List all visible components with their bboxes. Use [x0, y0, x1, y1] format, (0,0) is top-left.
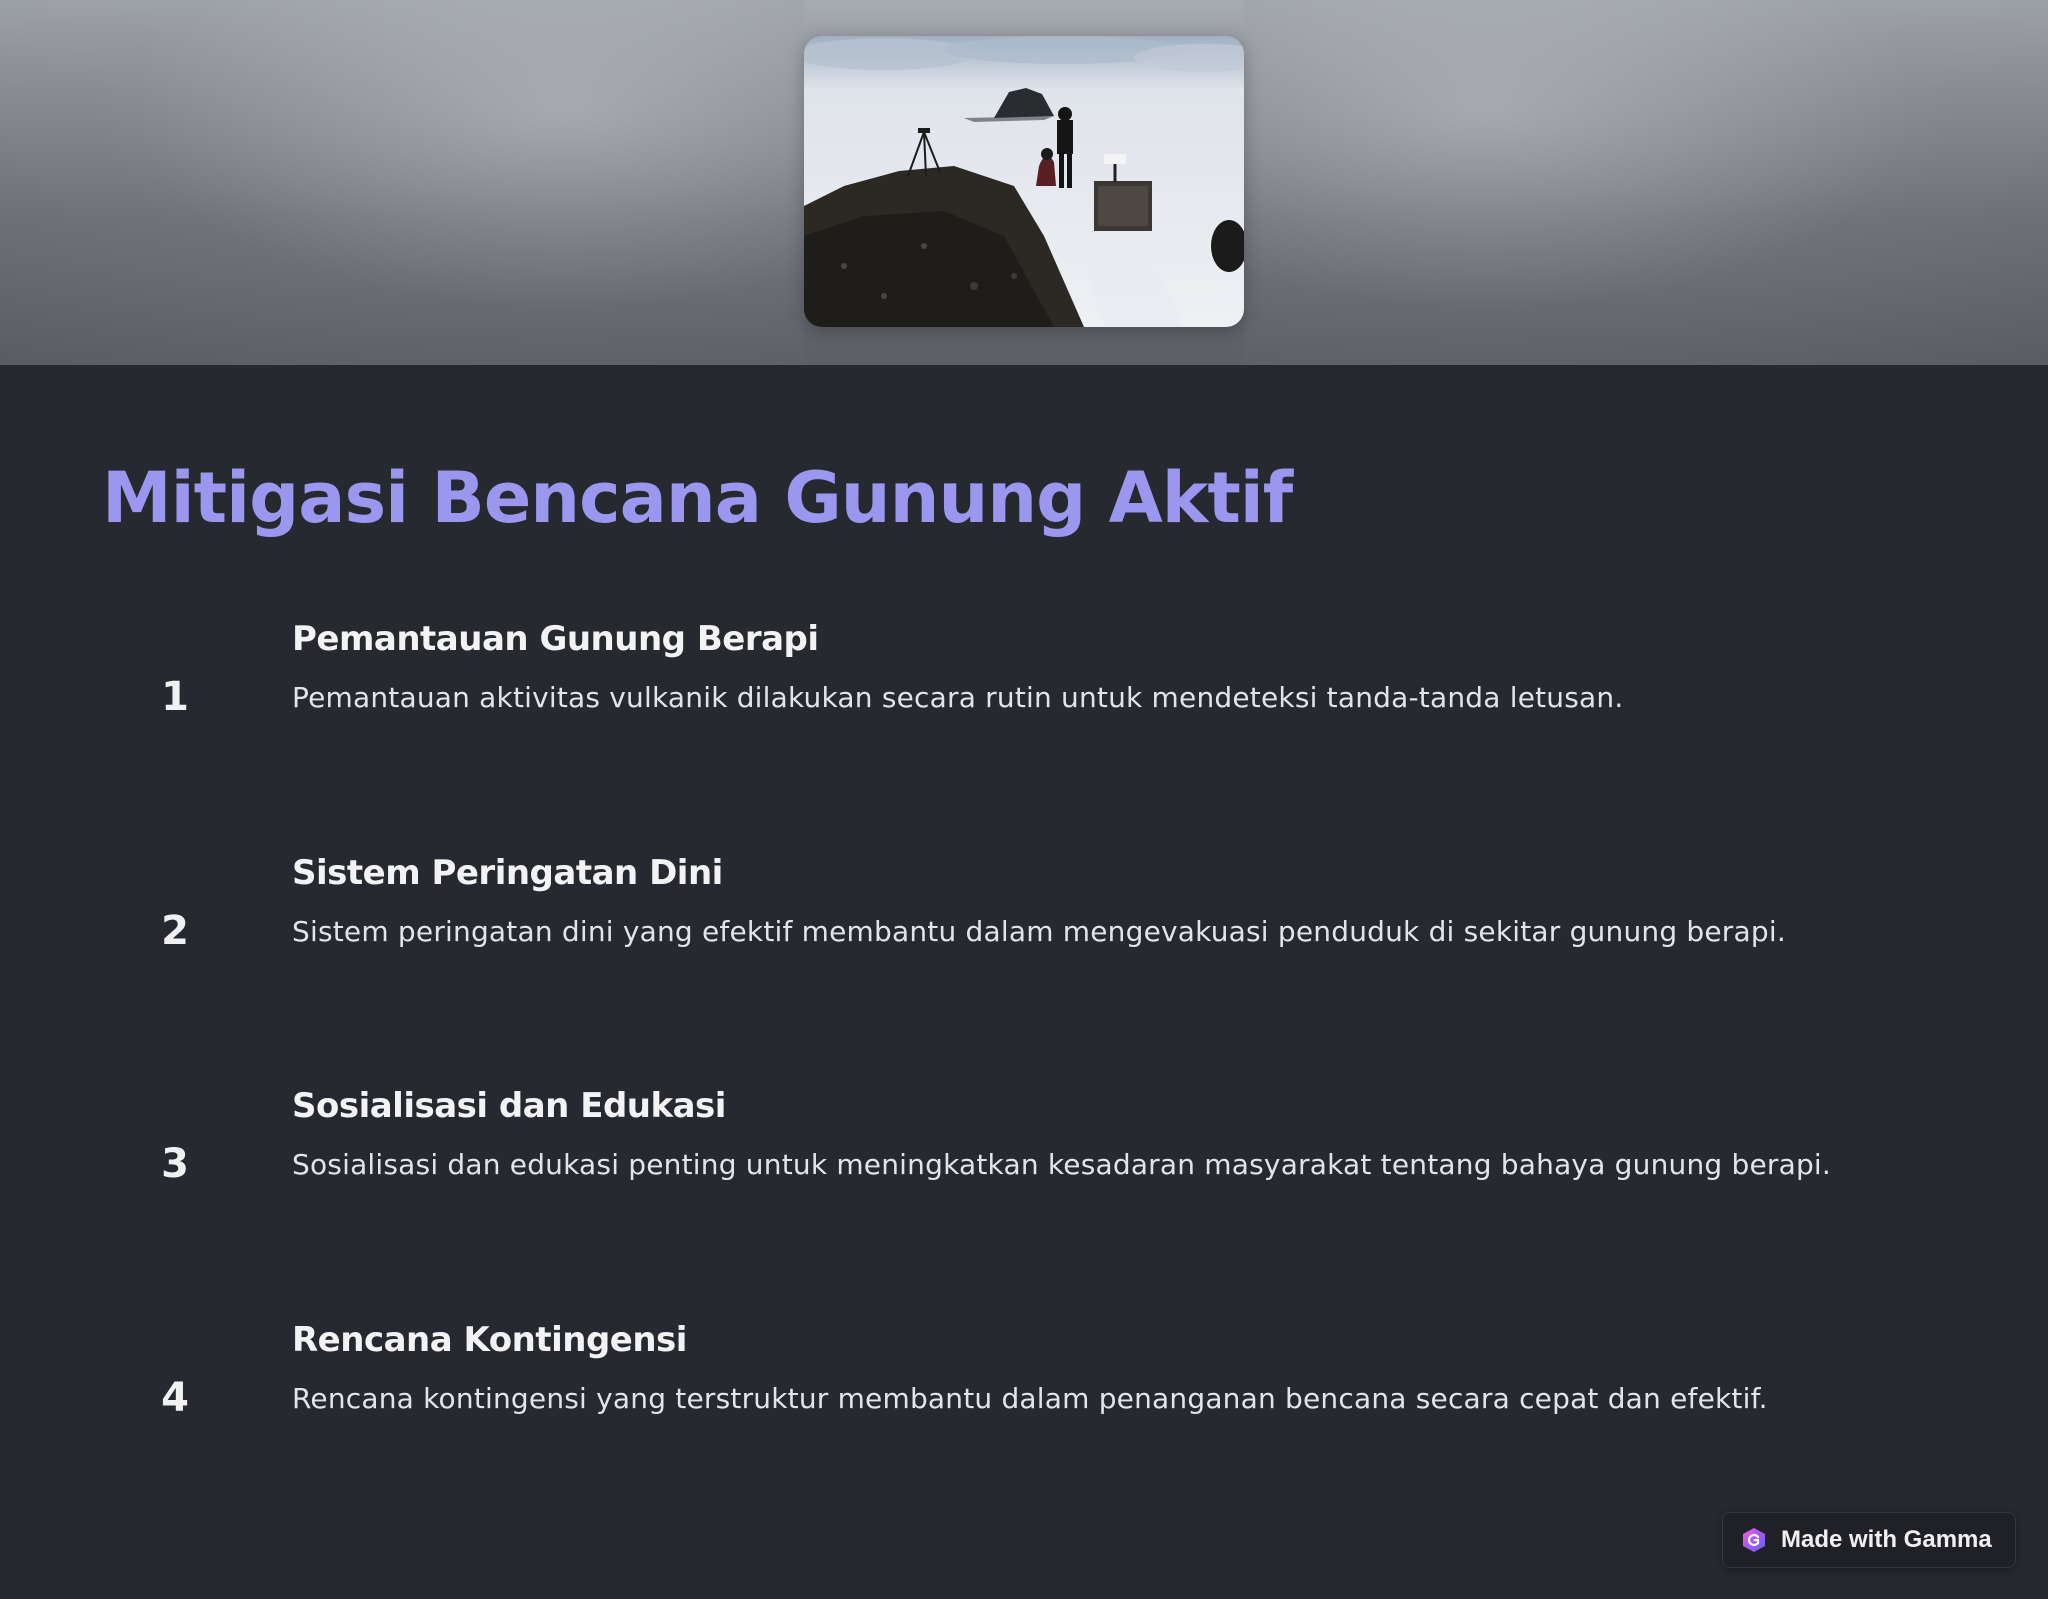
step-item: 2 Sistem Peringatan Dini Sistem peringat…: [0, 848, 2048, 1008]
step-description: Sistem peringatan dini yang efektif memb…: [292, 915, 1786, 948]
step-description: Pemantauan aktivitas vulkanik dilakukan …: [292, 681, 1624, 714]
gamma-logo-icon: [1743, 1528, 1765, 1552]
hero-banner: [0, 0, 2048, 365]
badge-label: Made with Gamma: [1781, 1526, 1992, 1553]
step-title: Sosialisasi dan Edukasi: [292, 1086, 726, 1126]
step-title: Pemantauan Gunung Berapi: [292, 619, 819, 659]
step-item: 3 Sosialisasi dan Edukasi Sosialisasi da…: [0, 1081, 2048, 1241]
hero-backdrop-left: [0, 0, 804, 365]
step-description: Sosialisasi dan edukasi penting untuk me…: [292, 1148, 1832, 1181]
page-title: Mitigasi Bencana Gunung Aktif: [102, 457, 1293, 539]
step-item: 1 Pemantauan Gunung Berapi Pemantauan ak…: [0, 614, 2048, 774]
hero-photo: [804, 36, 1244, 327]
step-description: Rencana kontingensi yang terstruktur mem…: [292, 1382, 1768, 1415]
step-title: Rencana Kontingensi: [292, 1320, 687, 1360]
step-item: 4 Rencana Kontingensi Rencana kontingens…: [0, 1315, 2048, 1475]
step-title: Sistem Peringatan Dini: [292, 853, 723, 893]
step-number: 2: [161, 908, 189, 954]
hero-backdrop-right: [1244, 0, 2048, 365]
made-with-gamma-badge[interactable]: Made with Gamma: [1722, 1512, 2016, 1568]
step-number: 1: [161, 674, 189, 720]
hero-photo-illustration: [804, 36, 1244, 327]
step-number: 4: [161, 1375, 189, 1421]
step-number: 3: [161, 1141, 189, 1187]
